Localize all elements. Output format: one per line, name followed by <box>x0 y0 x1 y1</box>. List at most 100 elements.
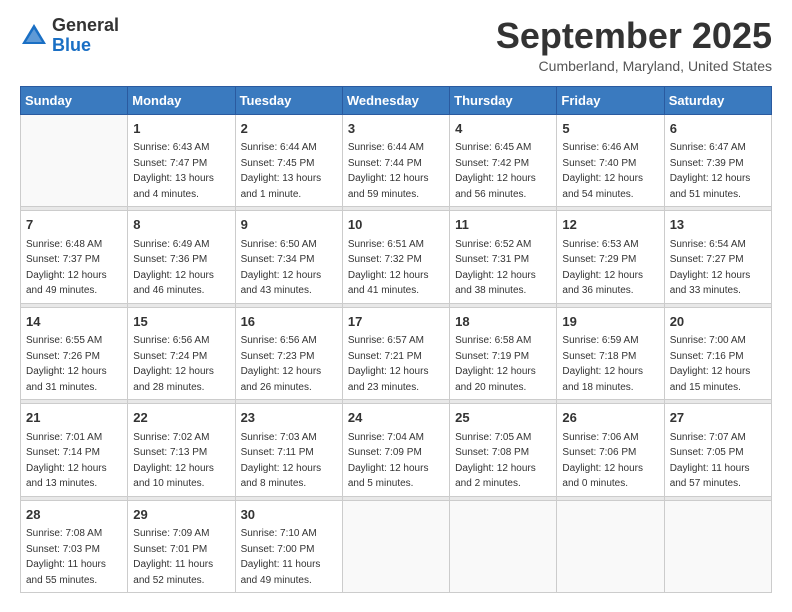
calendar-cell: 18Sunrise: 6:58 AM Sunset: 7:19 PM Dayli… <box>450 307 557 400</box>
calendar-cell: 29Sunrise: 7:09 AM Sunset: 7:01 PM Dayli… <box>128 500 235 593</box>
cell-info: Sunrise: 7:03 AM Sunset: 7:11 PM Dayligh… <box>241 430 337 492</box>
calendar-cell: 3Sunrise: 6:44 AM Sunset: 7:44 PM Daylig… <box>342 114 449 207</box>
calendar-cell: 27Sunrise: 7:07 AM Sunset: 7:05 PM Dayli… <box>664 404 771 497</box>
calendar-week-row: 28Sunrise: 7:08 AM Sunset: 7:03 PM Dayli… <box>21 500 772 593</box>
cell-info: Sunrise: 7:06 AM Sunset: 7:06 PM Dayligh… <box>562 430 658 492</box>
cell-info: Sunrise: 6:48 AM Sunset: 7:37 PM Dayligh… <box>26 237 122 299</box>
cell-info: Sunrise: 6:53 AM Sunset: 7:29 PM Dayligh… <box>562 237 658 299</box>
day-number: 13 <box>670 215 766 235</box>
cell-info: Sunrise: 6:47 AM Sunset: 7:39 PM Dayligh… <box>670 140 766 202</box>
calendar-cell <box>557 500 664 593</box>
calendar-cell: 1Sunrise: 6:43 AM Sunset: 7:47 PM Daylig… <box>128 114 235 207</box>
calendar-cell: 28Sunrise: 7:08 AM Sunset: 7:03 PM Dayli… <box>21 500 128 593</box>
day-number: 22 <box>133 408 229 428</box>
day-number: 20 <box>670 312 766 332</box>
day-number: 29 <box>133 505 229 525</box>
calendar-cell: 22Sunrise: 7:02 AM Sunset: 7:13 PM Dayli… <box>128 404 235 497</box>
calendar-cell: 11Sunrise: 6:52 AM Sunset: 7:31 PM Dayli… <box>450 211 557 304</box>
cell-info: Sunrise: 6:49 AM Sunset: 7:36 PM Dayligh… <box>133 237 229 299</box>
month-title: September 2025 <box>496 16 772 56</box>
cell-info: Sunrise: 7:08 AM Sunset: 7:03 PM Dayligh… <box>26 526 122 588</box>
day-number: 4 <box>455 119 551 139</box>
day-number: 18 <box>455 312 551 332</box>
cell-info: Sunrise: 6:44 AM Sunset: 7:44 PM Dayligh… <box>348 140 444 202</box>
logo-icon <box>20 22 48 50</box>
cell-info: Sunrise: 6:46 AM Sunset: 7:40 PM Dayligh… <box>562 140 658 202</box>
location-subtitle: Cumberland, Maryland, United States <box>496 58 772 74</box>
cell-info: Sunrise: 6:52 AM Sunset: 7:31 PM Dayligh… <box>455 237 551 299</box>
day-number: 3 <box>348 119 444 139</box>
calendar-cell: 17Sunrise: 6:57 AM Sunset: 7:21 PM Dayli… <box>342 307 449 400</box>
day-number: 12 <box>562 215 658 235</box>
cell-info: Sunrise: 6:54 AM Sunset: 7:27 PM Dayligh… <box>670 237 766 299</box>
day-number: 27 <box>670 408 766 428</box>
calendar-cell: 24Sunrise: 7:04 AM Sunset: 7:09 PM Dayli… <box>342 404 449 497</box>
calendar-cell: 12Sunrise: 6:53 AM Sunset: 7:29 PM Dayli… <box>557 211 664 304</box>
calendar-cell <box>342 500 449 593</box>
day-number: 17 <box>348 312 444 332</box>
cell-info: Sunrise: 7:02 AM Sunset: 7:13 PM Dayligh… <box>133 430 229 492</box>
calendar-cell: 10Sunrise: 6:51 AM Sunset: 7:32 PM Dayli… <box>342 211 449 304</box>
calendar-week-row: 21Sunrise: 7:01 AM Sunset: 7:14 PM Dayli… <box>21 404 772 497</box>
logo: General Blue <box>20 16 119 56</box>
day-number: 8 <box>133 215 229 235</box>
calendar-cell: 9Sunrise: 6:50 AM Sunset: 7:34 PM Daylig… <box>235 211 342 304</box>
calendar-cell: 5Sunrise: 6:46 AM Sunset: 7:40 PM Daylig… <box>557 114 664 207</box>
calendar-cell: 4Sunrise: 6:45 AM Sunset: 7:42 PM Daylig… <box>450 114 557 207</box>
weekday-header: Saturday <box>664 86 771 114</box>
day-number: 25 <box>455 408 551 428</box>
weekday-header: Sunday <box>21 86 128 114</box>
day-number: 24 <box>348 408 444 428</box>
calendar-cell: 13Sunrise: 6:54 AM Sunset: 7:27 PM Dayli… <box>664 211 771 304</box>
cell-info: Sunrise: 6:56 AM Sunset: 7:24 PM Dayligh… <box>133 333 229 395</box>
title-block: September 2025 Cumberland, Maryland, Uni… <box>496 16 772 74</box>
calendar-cell <box>21 114 128 207</box>
day-number: 7 <box>26 215 122 235</box>
day-number: 26 <box>562 408 658 428</box>
cell-info: Sunrise: 6:44 AM Sunset: 7:45 PM Dayligh… <box>241 140 337 202</box>
cell-info: Sunrise: 7:04 AM Sunset: 7:09 PM Dayligh… <box>348 430 444 492</box>
day-number: 30 <box>241 505 337 525</box>
cell-info: Sunrise: 6:55 AM Sunset: 7:26 PM Dayligh… <box>26 333 122 395</box>
calendar-cell: 6Sunrise: 6:47 AM Sunset: 7:39 PM Daylig… <box>664 114 771 207</box>
calendar-cell: 2Sunrise: 6:44 AM Sunset: 7:45 PM Daylig… <box>235 114 342 207</box>
cell-info: Sunrise: 6:57 AM Sunset: 7:21 PM Dayligh… <box>348 333 444 395</box>
cell-info: Sunrise: 7:00 AM Sunset: 7:16 PM Dayligh… <box>670 333 766 395</box>
calendar-cell: 8Sunrise: 6:49 AM Sunset: 7:36 PM Daylig… <box>128 211 235 304</box>
calendar-cell: 30Sunrise: 7:10 AM Sunset: 7:00 PM Dayli… <box>235 500 342 593</box>
weekday-header-row: SundayMondayTuesdayWednesdayThursdayFrid… <box>21 86 772 114</box>
calendar-week-row: 1Sunrise: 6:43 AM Sunset: 7:47 PM Daylig… <box>21 114 772 207</box>
day-number: 5 <box>562 119 658 139</box>
day-number: 1 <box>133 119 229 139</box>
logo-blue-text: Blue <box>52 35 91 55</box>
calendar-table: SundayMondayTuesdayWednesdayThursdayFrid… <box>20 86 772 594</box>
cell-info: Sunrise: 7:01 AM Sunset: 7:14 PM Dayligh… <box>26 430 122 492</box>
calendar-cell: 19Sunrise: 6:59 AM Sunset: 7:18 PM Dayli… <box>557 307 664 400</box>
cell-info: Sunrise: 6:50 AM Sunset: 7:34 PM Dayligh… <box>241 237 337 299</box>
calendar-cell: 25Sunrise: 7:05 AM Sunset: 7:08 PM Dayli… <box>450 404 557 497</box>
calendar-cell: 15Sunrise: 6:56 AM Sunset: 7:24 PM Dayli… <box>128 307 235 400</box>
day-number: 23 <box>241 408 337 428</box>
weekday-header: Wednesday <box>342 86 449 114</box>
day-number: 15 <box>133 312 229 332</box>
calendar-cell: 20Sunrise: 7:00 AM Sunset: 7:16 PM Dayli… <box>664 307 771 400</box>
day-number: 28 <box>26 505 122 525</box>
day-number: 19 <box>562 312 658 332</box>
calendar-cell: 23Sunrise: 7:03 AM Sunset: 7:11 PM Dayli… <box>235 404 342 497</box>
cell-info: Sunrise: 6:56 AM Sunset: 7:23 PM Dayligh… <box>241 333 337 395</box>
day-number: 11 <box>455 215 551 235</box>
day-number: 2 <box>241 119 337 139</box>
weekday-header: Tuesday <box>235 86 342 114</box>
day-number: 6 <box>670 119 766 139</box>
calendar-cell: 26Sunrise: 7:06 AM Sunset: 7:06 PM Dayli… <box>557 404 664 497</box>
day-number: 9 <box>241 215 337 235</box>
weekday-header: Monday <box>128 86 235 114</box>
calendar-week-row: 14Sunrise: 6:55 AM Sunset: 7:26 PM Dayli… <box>21 307 772 400</box>
cell-info: Sunrise: 7:10 AM Sunset: 7:00 PM Dayligh… <box>241 526 337 588</box>
cell-info: Sunrise: 6:51 AM Sunset: 7:32 PM Dayligh… <box>348 237 444 299</box>
cell-info: Sunrise: 6:58 AM Sunset: 7:19 PM Dayligh… <box>455 333 551 395</box>
calendar-cell <box>450 500 557 593</box>
cell-info: Sunrise: 7:09 AM Sunset: 7:01 PM Dayligh… <box>133 526 229 588</box>
calendar-cell: 7Sunrise: 6:48 AM Sunset: 7:37 PM Daylig… <box>21 211 128 304</box>
day-number: 16 <box>241 312 337 332</box>
